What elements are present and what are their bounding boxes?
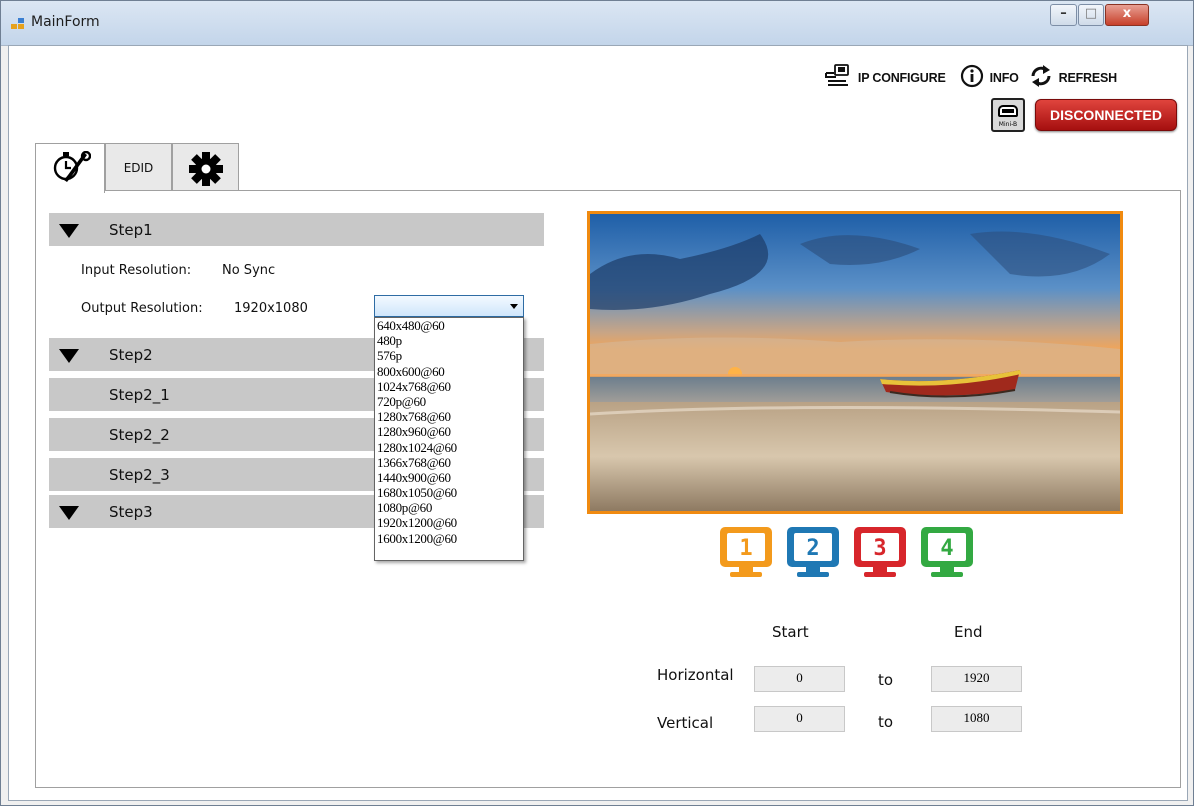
output-3-button[interactable]: 3 [854,527,906,581]
refresh-icon [1029,64,1053,92]
toolbar: IP CONFIGURE INFO REFRESH [814,64,1117,92]
tab-edid[interactable]: EDID [105,143,172,191]
step2-3-label: Step2_3 [109,466,170,484]
dropdown-option[interactable]: 480p [375,333,523,348]
network-cable-icon [824,64,852,92]
main-window: MainForm – □ x IP CONFIGURE INFO REFRESH… [0,0,1194,806]
connection-status-button[interactable]: DISCONNECTED [1035,99,1177,131]
monitor-icon: 4 [921,527,973,567]
mini-b-usb-icon[interactable]: Mini-B [991,98,1025,132]
output-1-number: 1 [739,536,753,561]
title-bar[interactable]: MainForm – □ x [1,1,1193,46]
step1-header[interactable]: Step1 [49,213,544,246]
dropdown-option[interactable]: 1280x1024@60 [375,440,523,455]
input-resolution-label: Input Resolution: [81,263,192,278]
to-label: to [878,713,894,731]
dropdown-option[interactable]: 1280x768@60 [375,409,523,424]
usb-label: Mini-B [998,121,1018,128]
dropdown-option[interactable]: 640x480@60 [375,318,523,333]
monitor-icon: 1 [720,527,772,567]
dropdown-option[interactable]: 1440x900@60 [375,470,523,485]
info-icon [960,64,984,92]
client-area: IP CONFIGURE INFO REFRESH Mini-B DISCONN… [8,45,1188,801]
collapse-triangle-icon [59,506,79,520]
dropdown-option[interactable]: 800x600@60 [375,364,523,379]
beach-sunset-image [590,214,1120,511]
step2-1-label: Step2_1 [109,386,170,404]
ip-configure-button[interactable]: IP CONFIGURE [824,64,946,92]
window-title: MainForm [31,14,100,30]
horizontal-end-field[interactable]: 1920 [931,666,1022,692]
dropdown-option[interactable]: 1280x960@60 [375,424,523,439]
monitor-icon: 2 [787,527,839,567]
start-header: Start [772,623,809,641]
output-2-number: 2 [806,536,820,561]
to-label: to [878,671,894,689]
chevron-down-icon [510,304,518,309]
output-4-number: 4 [940,536,954,561]
output-1-button[interactable]: 1 [720,527,772,581]
dropdown-option[interactable]: 1024x768@60 [375,379,523,394]
dropdown-option[interactable]: 1366x768@60 [375,455,523,470]
dropdown-option[interactable]: 720p@60 [375,394,523,409]
output-selector: 1 2 3 4 [720,527,1000,581]
info-button[interactable]: INFO [960,64,1019,92]
video-preview [587,211,1123,514]
output-4-button[interactable]: 4 [921,527,973,581]
wizard-panel: Step1 Input Resolution: No Sync Output R… [35,190,1181,788]
resolution-dropdown-list[interactable]: 640x480@60 480p 576p 800x600@60 1024x768… [374,317,524,561]
vertical-start-field[interactable]: 0 [754,706,845,732]
vertical-label: Vertical [657,714,714,732]
output-3-number: 3 [873,536,887,561]
input-resolution-value: No Sync [222,263,276,278]
connection-status-row: Mini-B DISCONNECTED [991,98,1177,132]
refresh-label: REFRESH [1058,71,1118,85]
tab-edid-label: EDID [123,161,154,175]
dropdown-option[interactable]: 1600x1200@60 [375,531,523,546]
dropdown-option[interactable]: 1680x1050@60 [375,485,523,500]
minimize-button[interactable]: – [1050,4,1077,26]
stopwatch-wrench-icon [51,150,92,189]
output-resolution-label: Output Resolution: [81,301,203,316]
tab-settings[interactable] [172,143,239,191]
end-header: End [954,623,983,641]
tab-wizard[interactable] [35,143,105,193]
dropdown-option[interactable]: 576p [375,348,523,363]
horizontal-start-field[interactable]: 0 [754,666,845,692]
output-2-button[interactable]: 2 [787,527,839,581]
monitor-icon: 3 [854,527,906,567]
output-resolution-select[interactable] [374,295,524,317]
maximize-button[interactable]: □ [1078,4,1104,26]
app-icon [11,18,25,30]
step2-2-label: Step2_2 [109,426,170,444]
dropdown-option[interactable]: 1080p@60 [375,500,523,515]
ip-configure-label: IP CONFIGURE [857,71,946,85]
close-button[interactable]: x [1105,4,1149,26]
collapse-triangle-icon [59,224,79,238]
dropdown-option[interactable]: 1920x1200@60 [375,515,523,530]
refresh-button[interactable]: REFRESH [1029,64,1117,92]
gear-icon [188,151,224,191]
step2-label: Step2 [109,346,153,364]
collapse-triangle-icon [59,349,79,363]
step3-label: Step3 [109,503,153,521]
step1-label: Step1 [109,221,153,239]
vertical-end-field[interactable]: 1080 [931,706,1022,732]
horizontal-label: Horizontal [657,666,734,684]
info-label: INFO [989,71,1019,85]
output-resolution-value: 1920x1080 [234,301,308,316]
